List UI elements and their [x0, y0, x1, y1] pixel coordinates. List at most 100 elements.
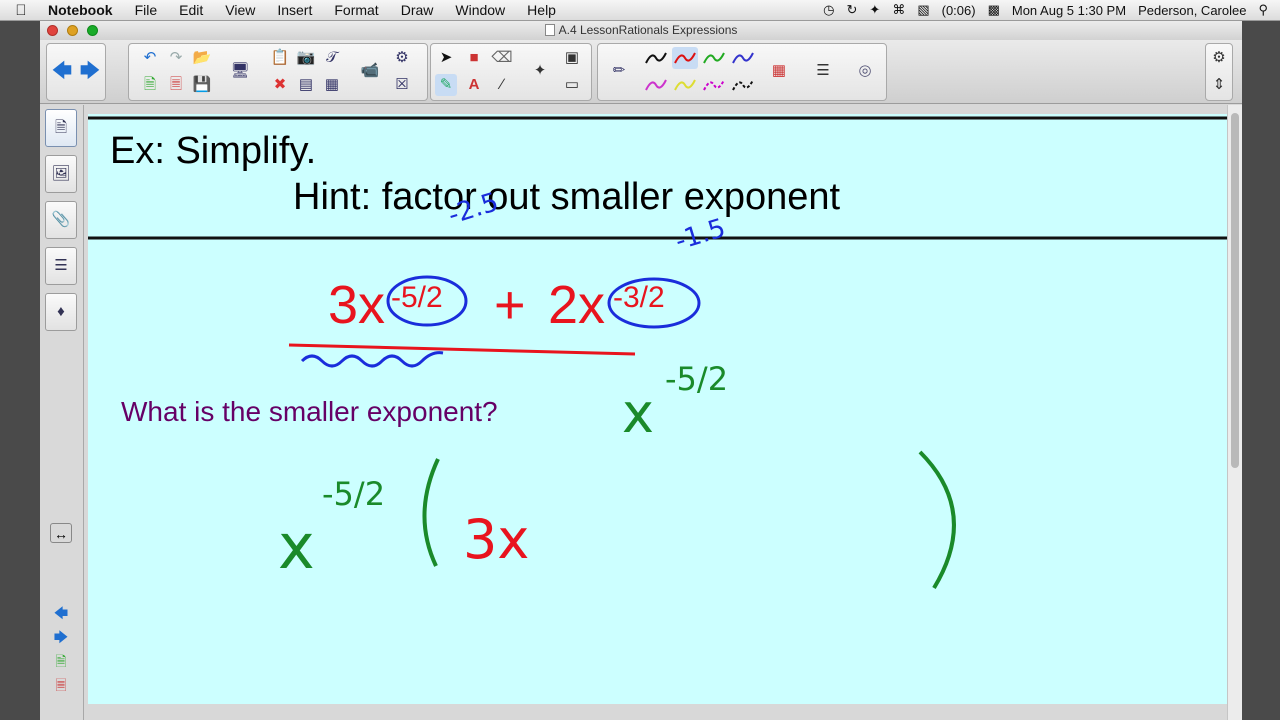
- mac-menubar:  Notebook File Edit View Insert Format …: [0, 0, 1280, 21]
- menu-file[interactable]: File: [124, 2, 169, 18]
- redo-icon[interactable]: ↷: [165, 47, 187, 69]
- gear-icon[interactable]: ⚙: [1208, 47, 1230, 69]
- addons-tab[interactable]: ♦: [45, 293, 77, 331]
- toolbar-group-navigation: 🡄 🡆: [46, 43, 106, 101]
- pen-blue-icon[interactable]: [730, 47, 756, 69]
- sync-icon[interactable]: ↻: [847, 2, 858, 18]
- blue-squiggle-underline: [300, 351, 444, 368]
- page-title: Ex: Simplify.: [110, 130, 317, 172]
- window-title: A.4 LessonRationals Expressions: [558, 23, 738, 37]
- delete-page-icon[interactable]: 🗏: [165, 74, 187, 96]
- pen-dashed-black-icon[interactable]: [730, 74, 756, 96]
- puzzle-piece-icon: ♦: [57, 303, 65, 320]
- sidebar-delete-page-icon[interactable]: 🗏: [50, 675, 72, 695]
- open-file-icon[interactable]: 📂: [191, 47, 213, 69]
- zoom-window-button[interactable]: [87, 25, 98, 36]
- hint-text: Hint: factor out smaller exponent: [293, 176, 841, 218]
- menu-draw[interactable]: Draw: [390, 2, 445, 18]
- menu-format[interactable]: Format: [323, 2, 389, 18]
- screen-capture-icon[interactable]: 📷: [295, 47, 317, 69]
- term1-exponent: -5/2: [391, 281, 443, 314]
- close-addon-icon[interactable]: ☒: [391, 74, 413, 96]
- paste-icon[interactable]: 📋: [269, 47, 291, 69]
- vertical-scrollbar[interactable]: [1227, 105, 1242, 720]
- menu-insert[interactable]: Insert: [266, 2, 323, 18]
- bluetooth-icon[interactable]: ✦: [869, 2, 880, 18]
- toolbar-group-settings: ⚙ ⇕: [1205, 43, 1233, 101]
- text-tool-icon[interactable]: 𝒯: [321, 47, 343, 69]
- time-machine-icon[interactable]: ◷: [823, 2, 834, 18]
- close-parenthesis-mark: [918, 450, 956, 590]
- menu-app-notebook[interactable]: Notebook: [42, 2, 124, 18]
- properties-tab[interactable]: ☰: [45, 247, 77, 285]
- sidebar: 🗎 🖼 📎 ☰ ♦ ↔ 🡄 🡆 🗎 🗏: [40, 105, 84, 720]
- previous-page-icon[interactable]: 🡄: [51, 60, 73, 82]
- user-name[interactable]: Pederson, Carolee: [1138, 3, 1246, 18]
- line-style-icon[interactable]: ☰: [812, 60, 834, 82]
- sidebar-next-page-icon[interactable]: 🡆: [50, 627, 72, 647]
- menu-edit[interactable]: Edit: [168, 2, 214, 18]
- answer-exponent: -5/2: [665, 360, 729, 398]
- magic-pen-icon[interactable]: ✦: [529, 60, 551, 82]
- text-color-icon[interactable]: A: [463, 74, 485, 96]
- addon-icon[interactable]: ⚙: [391, 47, 413, 69]
- color-palette-icon[interactable]: ▦: [768, 60, 790, 82]
- pen-red-icon[interactable]: [672, 47, 698, 69]
- transparency-icon[interactable]: ◎: [854, 60, 876, 82]
- window-titlebar[interactable]: A.4 LessonRationals Expressions: [40, 21, 1242, 40]
- pen-properties-icon[interactable]: ✏: [608, 60, 630, 82]
- toolbar-group-pens: ✏ ▦ ☰ ◎: [597, 43, 887, 101]
- save-icon[interactable]: 💾: [191, 74, 213, 96]
- attachments-tab[interactable]: 📎: [45, 201, 77, 239]
- toolbar-group-tools: ➤ ■ ⌫ ✎ A ∕ ✦ ▣ ▭: [430, 43, 592, 101]
- select-arrow-icon[interactable]: ➤: [435, 47, 457, 69]
- line-tool-icon[interactable]: ∕: [491, 74, 513, 96]
- sidebar-add-page-icon[interactable]: 🗎: [50, 651, 72, 671]
- page-sorter-tab[interactable]: 🗎: [45, 109, 77, 147]
- factored-base: x: [278, 510, 315, 583]
- plus-operator: +: [494, 275, 526, 335]
- gallery-icon: 🖼: [51, 165, 71, 182]
- gallery-tab[interactable]: 🖼: [45, 155, 77, 193]
- whiteboard-page[interactable]: Ex: Simplify. Hint: factor out smaller e…: [88, 114, 1227, 704]
- menu-window[interactable]: Window: [444, 2, 516, 18]
- apple-logo-icon[interactable]: : [0, 2, 42, 19]
- fill-icon[interactable]: ▣: [561, 47, 583, 69]
- spotlight-search-icon[interactable]: ⚲: [1258, 2, 1268, 18]
- pen-tool-icon[interactable]: ✎: [435, 74, 457, 96]
- table-icon[interactable]: ▦: [321, 74, 343, 96]
- screen-shade-icon[interactable]: ▤: [295, 74, 317, 96]
- pen-yellow-icon[interactable]: [672, 74, 698, 96]
- wifi-icon[interactable]: ⌘: [892, 2, 905, 18]
- display-icon[interactable]: ▩: [988, 2, 1000, 18]
- menu-help[interactable]: Help: [516, 2, 567, 18]
- new-page-icon[interactable]: 🗎: [139, 74, 161, 96]
- pen-green-icon[interactable]: [701, 47, 727, 69]
- scrollbar-thumb[interactable]: [1231, 113, 1239, 468]
- shapes-icon[interactable]: ■: [463, 47, 485, 69]
- next-page-icon[interactable]: 🡆: [79, 60, 101, 82]
- move-toolbar-icon[interactable]: ⇕: [1208, 74, 1230, 96]
- page-sorter-icon: 🗎: [54, 119, 68, 136]
- term1-coefficient: 3x: [328, 275, 386, 335]
- pen-dashed-magenta-icon[interactable]: [701, 74, 727, 96]
- question-text: What is the smaller exponent?: [121, 396, 498, 427]
- menu-view[interactable]: View: [214, 2, 266, 18]
- eraser-small-icon[interactable]: ▭: [561, 74, 583, 96]
- display-screen-icon[interactable]: 🖥: [229, 60, 251, 82]
- minimize-window-button[interactable]: [67, 25, 78, 36]
- pen-black-icon[interactable]: [643, 47, 669, 69]
- document-camera-icon[interactable]: 📹: [359, 60, 381, 82]
- factored-exponent: -5/2: [322, 475, 386, 513]
- close-window-button[interactable]: [47, 25, 58, 36]
- undo-icon[interactable]: ↶: [139, 47, 161, 69]
- battery-icon[interactable]: ▧: [917, 2, 929, 18]
- delete-icon[interactable]: ✖: [269, 74, 291, 96]
- notebook-window: A.4 LessonRationals Expressions 🡄 🡆 ↶ ↷ …: [40, 21, 1242, 720]
- pen-magenta-icon[interactable]: [643, 74, 669, 96]
- toolbar-group-page: ↶ ↷ 📂 🗎 🗏 💾 🖥 📋 📷 𝒯 ✖ ▤ ▦ 📹 ⚙ ☒: [128, 43, 428, 101]
- clock[interactable]: Mon Aug 5 1:30 PM: [1012, 3, 1126, 18]
- expand-sidebar-icon[interactable]: ↔: [50, 523, 72, 543]
- sidebar-previous-page-icon[interactable]: 🡄: [50, 603, 72, 623]
- eraser-icon[interactable]: ⌫: [491, 47, 513, 69]
